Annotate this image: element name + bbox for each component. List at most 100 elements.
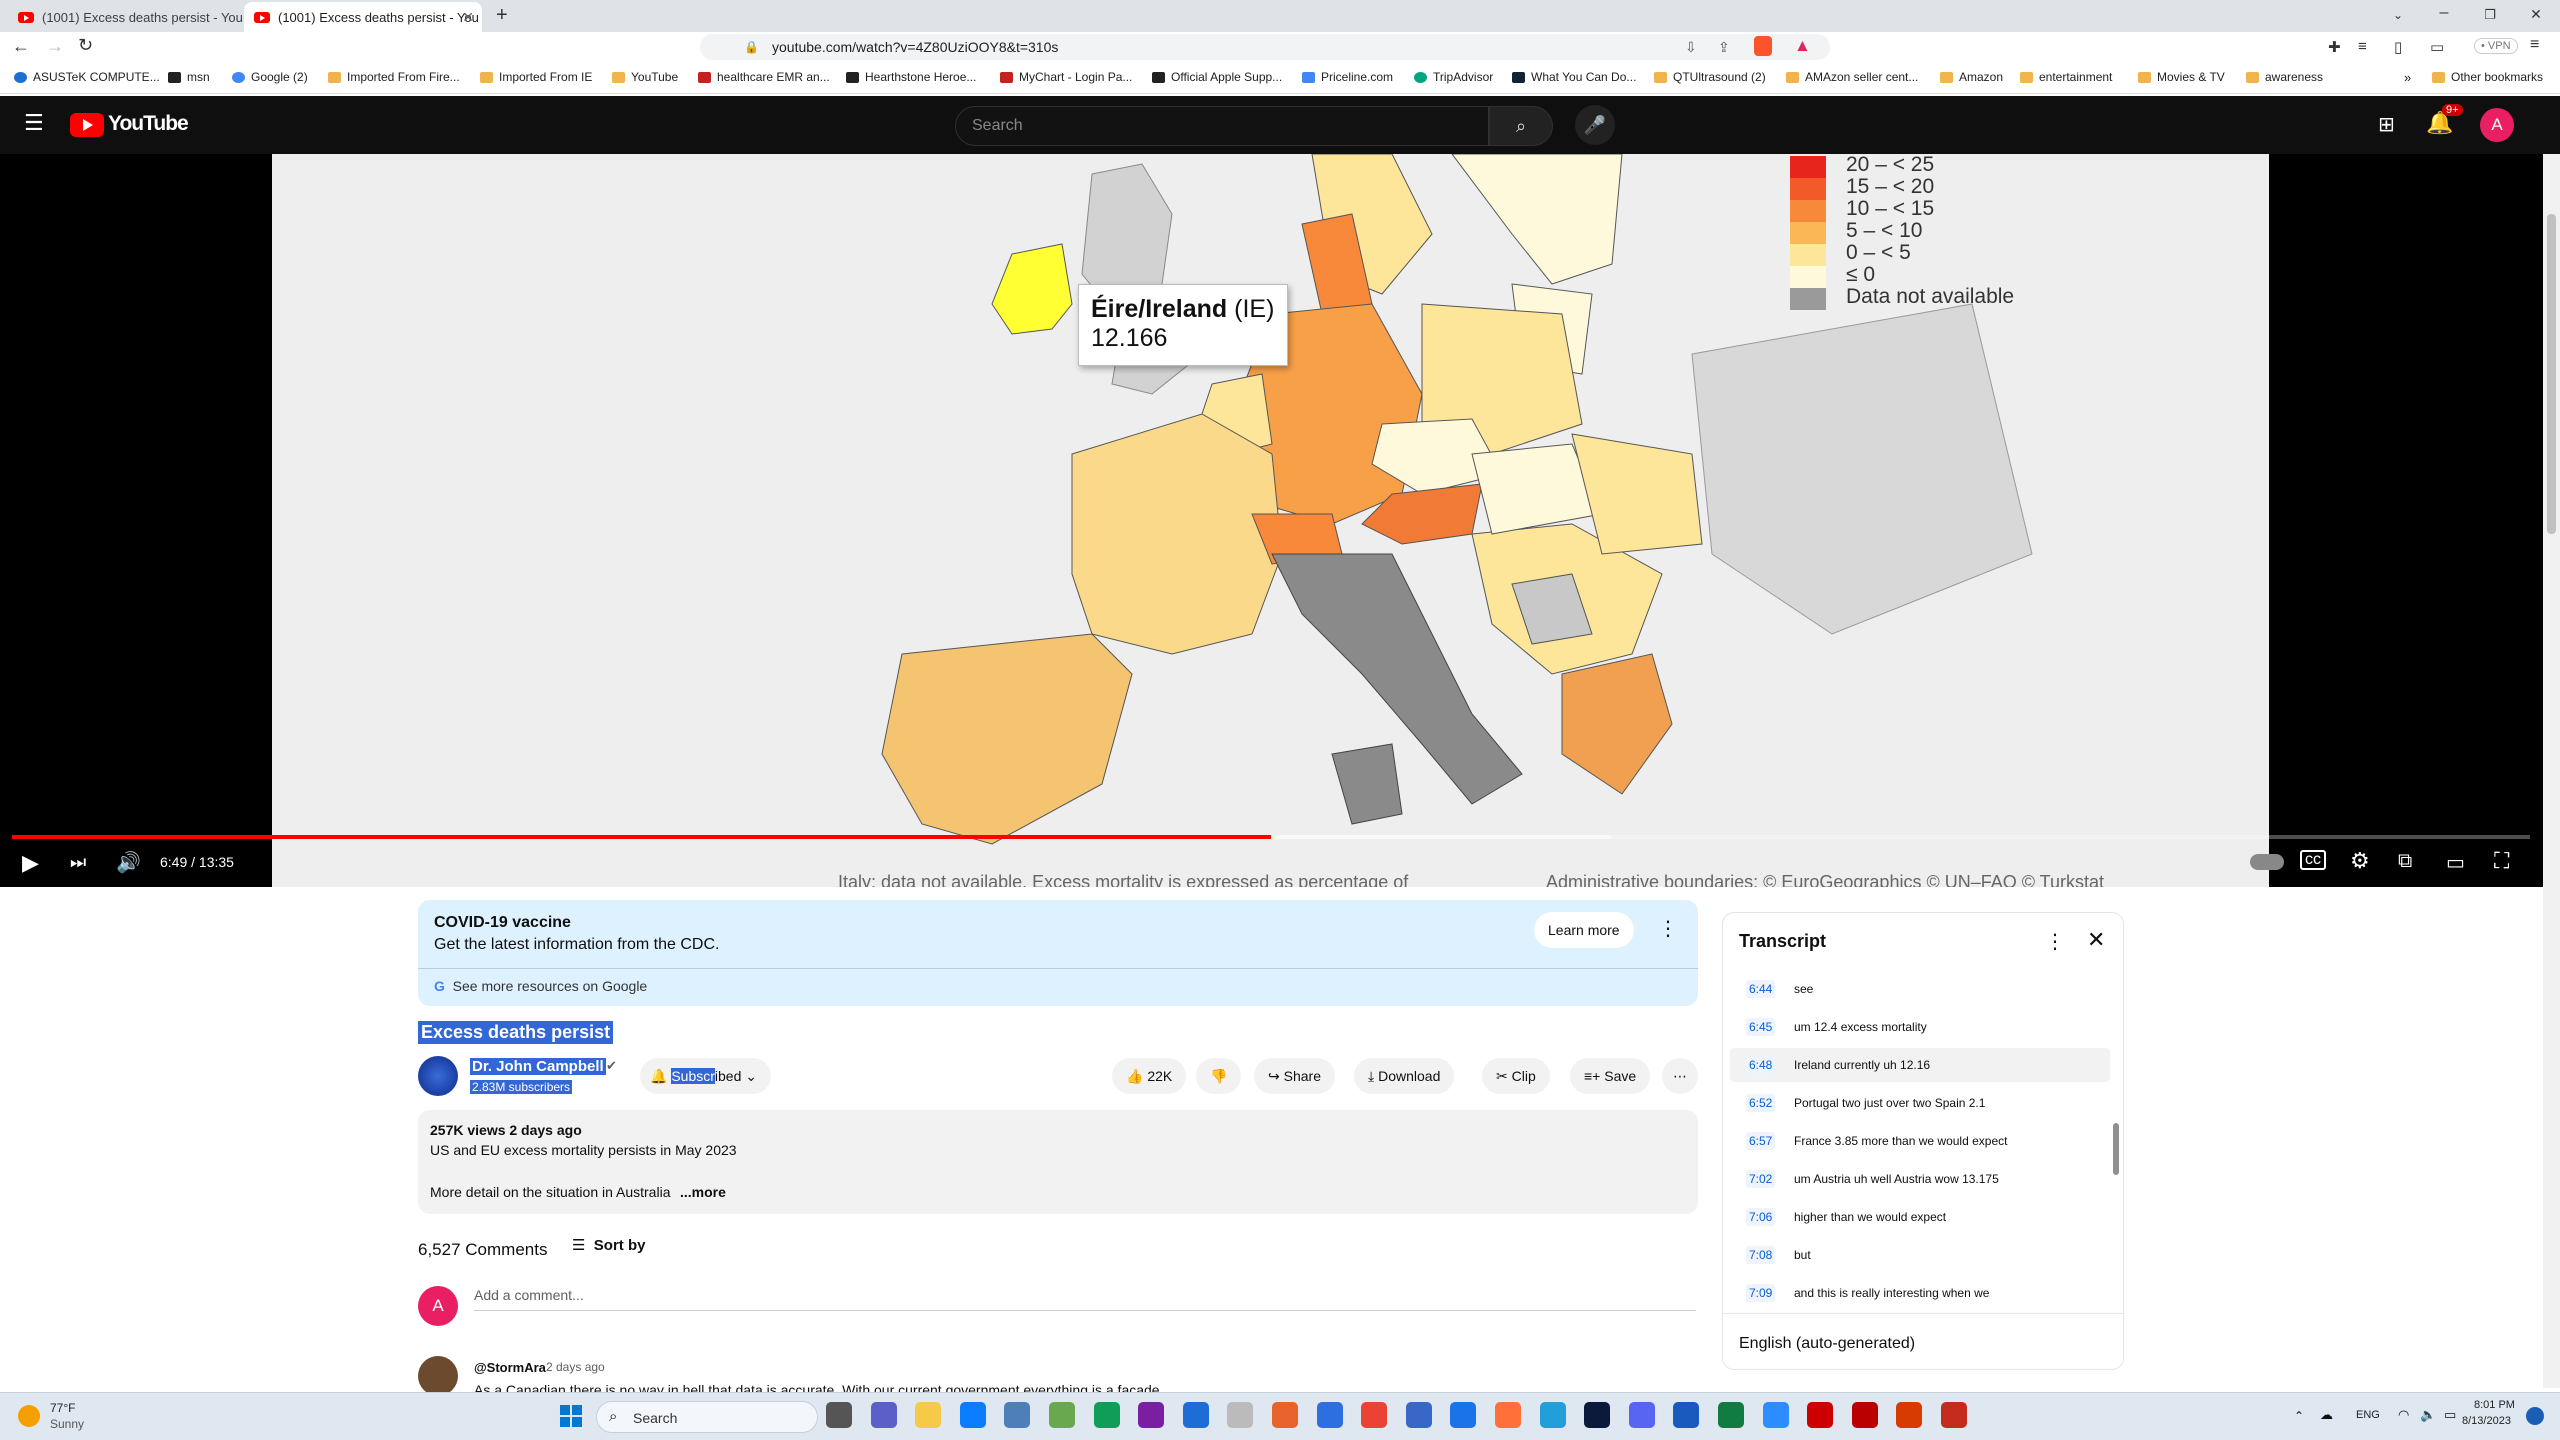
learn-more-button[interactable]: Learn more	[1534, 912, 1634, 948]
theater-mode-icon[interactable]: ▭	[2446, 850, 2465, 875]
app-icon[interactable]	[1316, 1402, 1343, 1428]
video-player[interactable]: 20 – < 25 15 – < 20 10 – < 15 5 – < 10 0…	[0, 154, 2543, 887]
telegram-icon[interactable]	[1539, 1402, 1566, 1428]
volume-icon[interactable]: 🔊	[116, 850, 141, 875]
transcript-timestamp[interactable]: 6:52	[1746, 1094, 1776, 1112]
notification-center-icon[interactable]	[2526, 1407, 2544, 1425]
maps-icon[interactable]	[1049, 1402, 1075, 1428]
search-icon[interactable]: ⌕	[1489, 106, 1553, 146]
app-icon[interactable]	[1182, 1402, 1209, 1428]
transcript-timestamp[interactable]: 7:06	[1746, 1208, 1776, 1226]
settings-gear-icon[interactable]: ⚙	[2350, 848, 2370, 874]
brave-icon[interactable]	[1272, 1402, 1298, 1428]
reading-list-icon[interactable]: ≡	[2358, 38, 2367, 55]
channel-avatar[interactable]	[418, 1056, 458, 1096]
progress-bar[interactable]	[12, 835, 2530, 839]
back-icon[interactable]: ←	[12, 36, 30, 57]
scrollbar-thumb[interactable]	[2547, 214, 2556, 534]
transcript-timestamp[interactable]: 7:08	[1746, 1246, 1776, 1264]
bookmark-item[interactable]: Imported From IE	[480, 70, 592, 84]
wifi-icon[interactable]: ◠	[2398, 1407, 2409, 1423]
comment-time[interactable]: 2 days ago	[546, 1360, 605, 1374]
file-explorer-icon[interactable]	[915, 1402, 942, 1428]
menu-icon[interactable]: ≡	[2530, 36, 2539, 54]
youtube-logo-text[interactable]: YouTube	[108, 112, 189, 136]
sidebar-icon[interactable]: ▯	[2394, 38, 2402, 56]
bookmark-item[interactable]: healthcare EMR an...	[698, 70, 830, 84]
bookmark-item[interactable]: AMAzon seller cent...	[1786, 70, 1918, 84]
miniplayer-icon[interactable]: ⧉	[2398, 850, 2412, 873]
transcript-row[interactable]: 6:44 see	[1730, 972, 2110, 1006]
fullscreen-icon[interactable]: ⛶	[2494, 848, 2509, 874]
firefox-icon[interactable]	[1495, 1402, 1521, 1428]
chrome-icon[interactable]	[1361, 1402, 1388, 1428]
bookmark-item[interactable]: ASUSTeK COMPUTE...	[14, 70, 160, 84]
store-icon[interactable]	[959, 1402, 986, 1428]
close-window-icon[interactable]: ✕	[2524, 6, 2548, 23]
weather-sun-icon[interactable]	[18, 1405, 40, 1427]
outlook-icon[interactable]	[1405, 1402, 1432, 1428]
other-bookmarks[interactable]: Other bookmarks	[2432, 70, 2543, 84]
clock-time[interactable]: 8:01 PM	[2474, 1399, 2515, 1411]
more-bookmarks-icon[interactable]: »	[2404, 70, 2411, 85]
dislike-button[interactable]: 👎	[1196, 1058, 1242, 1094]
install-icon[interactable]: ⇩	[1685, 34, 1697, 60]
description-box[interactable]: 257K views 2 days ago US and EU excess m…	[418, 1110, 1698, 1214]
youtube-search-input[interactable]: Search	[955, 106, 1489, 146]
bookmark-item[interactable]: Hearthstone Heroe...	[846, 70, 976, 84]
notepad-icon[interactable]	[1227, 1402, 1254, 1428]
youtube-logo-icon[interactable]	[70, 113, 104, 137]
transcript-scrollbar[interactable]	[2113, 1123, 2119, 1175]
acrobat-icon[interactable]	[1807, 1402, 1834, 1428]
tab-search-icon[interactable]: ⌄	[2386, 8, 2410, 22]
taskbar-search[interactable]: ⌕ Search	[596, 1401, 818, 1433]
minimize-icon[interactable]: –	[2432, 4, 2456, 22]
brave-rewards-icon[interactable]: ▲	[1794, 36, 1811, 56]
edge-icon[interactable]	[1093, 1402, 1120, 1428]
transcript-row[interactable]: 6:52 Portugal two just over two Spain 2.1	[1730, 1086, 2110, 1120]
show-more-link[interactable]: ...more	[680, 1184, 726, 1200]
extensions-icon[interactable]: ✚	[2328, 38, 2341, 56]
address-bar[interactable]: 🔒 youtube.com/watch?v=4Z80UziOOY8&t=310s…	[700, 34, 1830, 60]
transcript-row[interactable]: 7:09 and this is really interesting when …	[1730, 1276, 2110, 1310]
page-scrollbar[interactable]	[2543, 154, 2560, 1388]
create-icon[interactable]: ⊞	[2378, 112, 2395, 137]
account-avatar[interactable]: A	[2480, 108, 2514, 142]
tor-icon[interactable]	[1138, 1402, 1165, 1428]
cloud-icon[interactable]: ☁	[2320, 1407, 2333, 1423]
close-transcript-icon[interactable]: ✕	[2087, 927, 2105, 953]
transcript-row[interactable]: 7:02 um Austria uh well Austria wow 13.17…	[1730, 1162, 2110, 1196]
battery-icon[interactable]: ▭	[2444, 1407, 2456, 1423]
more-actions-icon[interactable]: ⋯	[1662, 1058, 1698, 1094]
excel-icon[interactable]	[1718, 1402, 1744, 1428]
google-resources-link[interactable]: G See more resources on Google	[434, 978, 647, 994]
bookmark-item[interactable]: entertainment	[2020, 70, 2112, 84]
teams-icon[interactable]	[870, 1402, 897, 1428]
photoshop-icon[interactable]	[1584, 1402, 1611, 1428]
clip-button[interactable]: ✂ Clip	[1482, 1058, 1550, 1094]
task-view-icon[interactable]	[826, 1402, 852, 1428]
bookmark-item[interactable]: Priceline.com	[1302, 70, 1393, 84]
bookmark-item[interactable]: TripAdvisor	[1414, 70, 1493, 84]
transcript-timestamp[interactable]: 6:44	[1746, 980, 1776, 998]
language-indicator[interactable]: ENG	[2356, 1409, 2380, 1421]
covid-more-icon[interactable]: ⋮	[1658, 916, 1678, 941]
bookmark-item[interactable]: awareness	[2246, 70, 2323, 84]
autoplay-toggle[interactable]	[2250, 854, 2284, 870]
comment-author-avatar[interactable]	[418, 1356, 458, 1396]
transcript-row[interactable]: 7:08 but	[1730, 1238, 2110, 1272]
app-icon[interactable]	[1851, 1402, 1878, 1428]
bookmark-item[interactable]: Amazon	[1940, 70, 2003, 84]
save-button[interactable]: ≡+ Save	[1570, 1058, 1651, 1094]
bookmark-item[interactable]: Google (2)	[232, 70, 308, 84]
reload-icon[interactable]: ↻	[78, 35, 93, 56]
clock-date[interactable]: 8/13/2023	[2462, 1415, 2511, 1427]
download-button[interactable]: ⤓ Download	[1354, 1058, 1455, 1094]
share-icon[interactable]: ⇪	[1718, 34, 1730, 60]
speaker-icon[interactable]: 🔈	[2420, 1407, 2436, 1423]
bookmark-item[interactable]: Movies & TV	[2138, 70, 2225, 84]
channel-name[interactable]: Dr. John Campbell	[470, 1058, 606, 1075]
new-tab-icon[interactable]: +	[496, 4, 508, 27]
next-icon[interactable]: ⏭	[70, 852, 86, 873]
hamburger-menu-icon[interactable]: ☰	[24, 110, 44, 136]
